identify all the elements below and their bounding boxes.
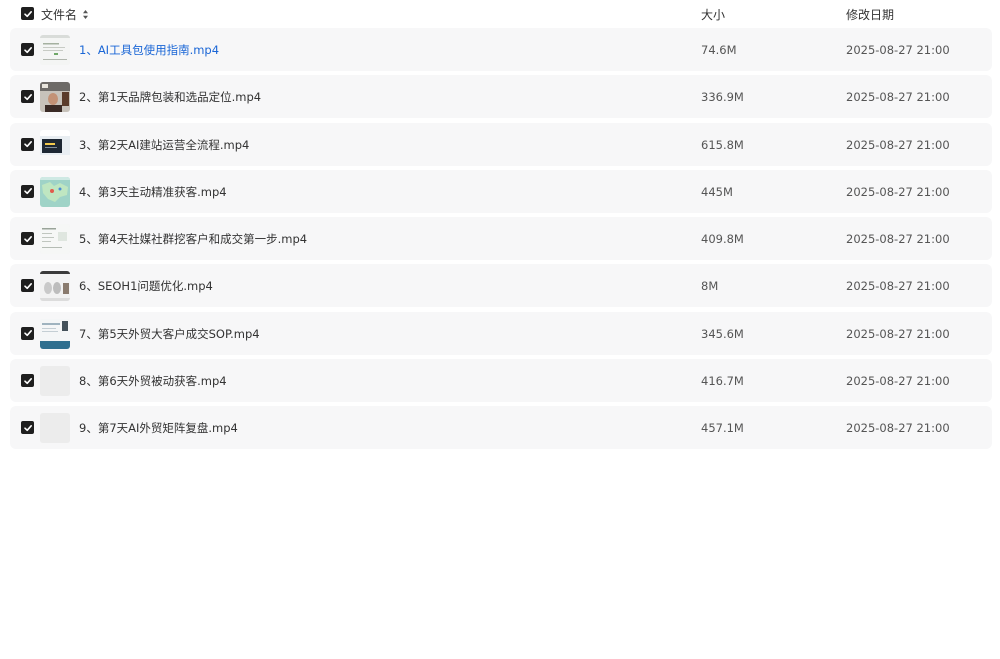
- select-all-checkbox[interactable]: [21, 7, 34, 20]
- row-checkbox[interactable]: [21, 279, 34, 293]
- video-thumbnail: [40, 224, 70, 255]
- column-header-name-label: 文件名: [41, 8, 78, 22]
- checkmark-icon: [23, 188, 32, 195]
- table-row[interactable]: 3、第2天AI建站运营全流程.mp4 615.8M 2025-08-27 21:…: [10, 122, 992, 166]
- table-row[interactable]: 6、SEOH1问题优化.mp4 8M 2025-08-27 21:00: [10, 264, 992, 308]
- table-row[interactable]: 2、第1天品牌包装和选品定位.mp4 336.9M 2025-08-27 21:…: [10, 75, 992, 119]
- file-modified-date: 2025-08-27 21:00: [846, 326, 950, 341]
- checkmark-icon: [23, 330, 32, 337]
- file-rows: 1、AI工具包使用指南.mp4 74.6M 2025-08-27 21:00 2…: [10, 28, 992, 450]
- file-size: 8M: [701, 279, 719, 294]
- checkmark-icon: [23, 46, 32, 53]
- table-row[interactable]: 8、第6天外贸被动获客.mp4 416.7M 2025-08-27 21:00: [10, 359, 992, 403]
- sort-updown-icon[interactable]: [81, 9, 89, 21]
- table-row[interactable]: 7、第5天外贸大客户成交SOP.mp4 345.6M 2025-08-27 21…: [10, 311, 992, 355]
- column-header-name[interactable]: 文件名: [41, 6, 89, 23]
- file-size: 409.8M: [701, 232, 744, 247]
- file-name[interactable]: 9、第7天AI外贸矩阵复盘.mp4: [79, 420, 238, 436]
- table-row[interactable]: 5、第4天社媒社群挖客户和成交第一步.mp4 409.8M 2025-08-27…: [10, 217, 992, 261]
- file-name[interactable]: 7、第5天外贸大客户成交SOP.mp4: [79, 326, 260, 342]
- video-thumbnail: [40, 82, 70, 113]
- checkmark-icon: [23, 10, 32, 17]
- file-size: 416.7M: [701, 374, 744, 389]
- table-row[interactable]: 1、AI工具包使用指南.mp4 74.6M 2025-08-27 21:00: [10, 28, 992, 71]
- checkmark-icon: [23, 424, 32, 431]
- file-modified-date: 2025-08-27 21:00: [846, 43, 950, 57]
- file-name[interactable]: 3、第2天AI建站运营全流程.mp4: [79, 137, 249, 153]
- file-list: 文件名 大小 修改日期 1、AI工具包使用指南.mp4 74.6M 2025-0…: [10, 0, 992, 454]
- file-modified-date: 2025-08-27 21:00: [846, 90, 950, 105]
- table-row[interactable]: 4、第3天主动精准获客.mp4 445M 2025-08-27 21:00: [10, 169, 992, 213]
- video-thumbnail: [40, 129, 70, 160]
- file-size: 445M: [701, 184, 733, 199]
- video-thumbnail: [40, 35, 70, 65]
- row-checkbox[interactable]: [21, 90, 34, 104]
- checkmark-icon: [23, 93, 32, 100]
- row-checkbox[interactable]: [21, 137, 34, 151]
- row-checkbox[interactable]: [21, 421, 34, 435]
- video-thumbnail: [40, 271, 70, 302]
- file-modified-date: 2025-08-27 21:00: [846, 137, 950, 152]
- column-header-size[interactable]: 大小: [701, 6, 725, 23]
- file-modified-date: 2025-08-27 21:00: [846, 279, 950, 294]
- column-header-date[interactable]: 修改日期: [846, 6, 894, 23]
- file-modified-date: 2025-08-27 21:00: [846, 421, 950, 436]
- row-checkbox[interactable]: [21, 374, 34, 388]
- file-size: 345.6M: [701, 326, 744, 341]
- file-name[interactable]: 4、第3天主动精准获客.mp4: [79, 184, 227, 200]
- checkmark-icon: [23, 235, 32, 242]
- row-checkbox[interactable]: [21, 232, 34, 246]
- file-size: 336.9M: [701, 90, 744, 105]
- video-thumbnail: [40, 413, 70, 444]
- file-name[interactable]: 8、第6天外贸被动获客.mp4: [79, 373, 227, 389]
- video-thumbnail: [40, 176, 70, 207]
- file-name[interactable]: 1、AI工具包使用指南.mp4: [79, 42, 219, 58]
- file-modified-date: 2025-08-27 21:00: [846, 184, 950, 199]
- video-thumbnail: [40, 318, 70, 349]
- video-thumbnail: [40, 366, 70, 397]
- table-row[interactable]: 9、第7天AI外贸矩阵复盘.mp4 457.1M 2025-08-27 21:0…: [10, 406, 992, 450]
- file-name[interactable]: 2、第1天品牌包装和选品定位.mp4: [79, 89, 261, 105]
- file-size: 457.1M: [701, 421, 744, 436]
- file-size: 615.8M: [701, 137, 744, 152]
- checkmark-icon: [23, 377, 32, 384]
- file-modified-date: 2025-08-27 21:00: [846, 374, 950, 389]
- file-name[interactable]: 5、第4天社媒社群挖客户和成交第一步.mp4: [79, 231, 307, 247]
- file-name[interactable]: 6、SEOH1问题优化.mp4: [79, 278, 213, 294]
- list-header: 文件名 大小 修改日期: [10, 0, 992, 28]
- file-modified-date: 2025-08-27 21:00: [846, 232, 950, 247]
- row-checkbox[interactable]: [21, 184, 34, 198]
- row-checkbox[interactable]: [21, 326, 34, 340]
- row-checkbox[interactable]: [21, 43, 34, 56]
- file-size: 74.6M: [701, 43, 737, 57]
- checkmark-icon: [23, 141, 32, 148]
- checkmark-icon: [23, 282, 32, 290]
